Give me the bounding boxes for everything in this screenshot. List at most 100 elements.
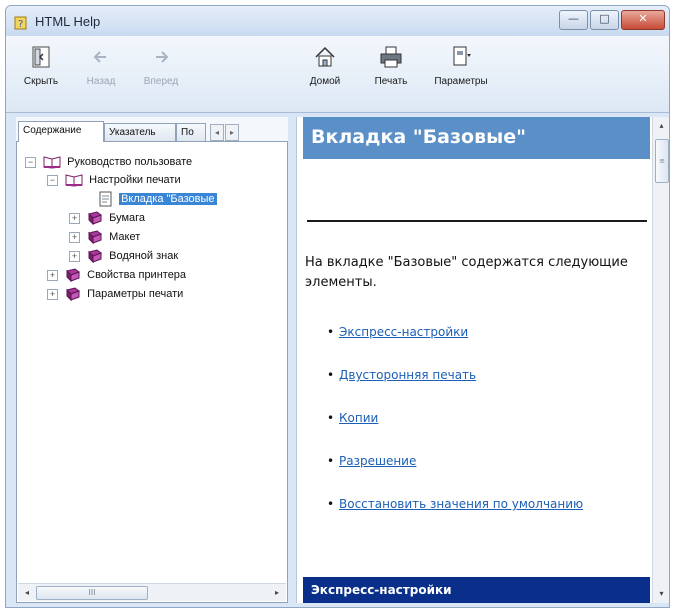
closed-book-icon (66, 287, 81, 302)
topic-pane: Вкладка "Базовые" На вкладке "Базовые" с… (296, 117, 669, 603)
close-button[interactable]: ✕ (621, 10, 665, 30)
bullet: • (327, 454, 335, 468)
tab-contents[interactable]: Содержание (18, 121, 104, 142)
hide-button[interactable]: Скрыть (12, 42, 70, 98)
bullet: • (327, 411, 335, 425)
scroll-up-icon[interactable]: ▴ (653, 118, 669, 134)
print-label: Печать (374, 76, 408, 87)
minimize-button[interactable]: — (559, 10, 588, 30)
window-title: HTML Help (35, 14, 101, 29)
back-arrow-icon (93, 51, 106, 63)
link-copies[interactable]: Копии (339, 411, 378, 425)
forward-arrow-icon (156, 51, 169, 63)
tree-item-label: Руководство пользовате (67, 156, 193, 169)
list-item: • Двусторонняя печать (327, 366, 647, 385)
collapse-icon[interactable]: − (25, 156, 36, 168)
list-item: • Копии (327, 409, 647, 428)
list-item: • Экспресс-настройки (327, 323, 647, 342)
maximize-button[interactable]: □ (590, 10, 619, 30)
help-app-icon: ? (14, 16, 27, 30)
forward-button[interactable]: Вперед (132, 42, 190, 98)
tree-item-paper[interactable]: + Бумага (69, 210, 145, 226)
options-label: Параметры (434, 76, 488, 87)
home-button[interactable]: Домой (296, 42, 354, 98)
tree-item-print-options[interactable]: + Параметры печати (47, 286, 183, 302)
horizontal-scrollbar[interactable]: ◂ III ▸ (18, 583, 286, 601)
scroll-thumb[interactable]: III (36, 586, 148, 600)
navigation-tabs: Содержание Указатель По ◂ ▸ (16, 121, 288, 142)
collapse-icon[interactable]: − (47, 174, 58, 186)
link-quick-settings[interactable]: Экспресс-настройки (339, 325, 468, 339)
forward-label: Вперед (143, 76, 179, 87)
contents-tree: − Руководство пользовате − Настройки печ… (16, 141, 288, 603)
tab-index[interactable]: Указатель (104, 123, 176, 141)
closed-book-icon (88, 211, 103, 226)
tree-item-watermark[interactable]: + Водяной знак (69, 248, 178, 264)
expand-icon[interactable]: + (69, 250, 80, 262)
tree-item-label: Настройки печати (89, 174, 181, 187)
section-header: Экспресс-настройки (303, 577, 650, 603)
title-bar[interactable]: ? HTML Help — □ ✕ (6, 6, 669, 36)
home-label: Домой (309, 76, 341, 87)
link-resolution[interactable]: Разрешение (339, 454, 416, 468)
vertical-scrollbar[interactable]: ▴ ≡ ▾ (652, 117, 669, 603)
bullet: • (327, 497, 335, 511)
closed-book-icon (66, 268, 81, 283)
closed-book-icon (88, 249, 103, 264)
tab-scroll-right[interactable]: ▸ (225, 124, 239, 141)
tree-item-print-settings[interactable]: − Настройки печати (47, 172, 181, 188)
close-icon: ✕ (638, 12, 648, 25)
tree-item-label: Вкладка "Базовые (119, 193, 217, 206)
topic-content: Вкладка "Базовые" На вкладке "Базовые" с… (297, 117, 652, 603)
maximize-icon: □ (599, 12, 610, 25)
topic-header: Вкладка "Базовые" (303, 117, 650, 159)
open-book-icon (65, 174, 83, 187)
svg-text:?: ? (18, 19, 23, 30)
minimize-icon: — (568, 12, 579, 25)
expand-icon[interactable]: + (47, 269, 58, 281)
back-label: Назад (86, 76, 116, 87)
list-item: • Разрешение (327, 452, 647, 471)
expand-icon[interactable]: + (47, 288, 58, 300)
tree-item-label: Водяной знак (109, 250, 179, 263)
tree-item-layout[interactable]: + Макет (69, 229, 140, 245)
tree-item-label: Свойства принтера (87, 269, 187, 282)
scroll-left-icon[interactable]: ◂ (19, 585, 35, 600)
closed-book-icon (88, 230, 103, 245)
back-button[interactable]: Назад (72, 42, 130, 98)
tree-item-basic-tab[interactable]: Вкладка "Базовые (99, 191, 217, 207)
options-button[interactable]: Параметры (432, 42, 490, 98)
tab-search[interactable]: По (176, 123, 206, 141)
home-icon (315, 46, 335, 67)
bullet: • (327, 325, 335, 339)
hide-pane-icon (32, 46, 50, 68)
scroll-down-icon[interactable]: ▾ (653, 586, 669, 602)
page-icon (99, 191, 112, 207)
tab-scroll-left[interactable]: ◂ (210, 124, 224, 141)
intro-paragraph: На вкладке "Базовые" содержатся следующи… (305, 255, 628, 290)
scroll-right-icon[interactable]: ▸ (269, 585, 285, 600)
section-title: Экспресс-настройки (311, 583, 452, 597)
open-book-icon (43, 156, 61, 169)
navigation-pane: Содержание Указатель По ◂ ▸ − Руководств… (16, 117, 288, 603)
tree-item-label: Бумага (109, 212, 146, 225)
options-icon (453, 46, 471, 66)
page-title: Вкладка "Базовые" (311, 126, 527, 148)
topic-link-list: • Экспресс-настройки • Двусторонняя печа… (327, 323, 647, 538)
tree-item-printer-properties[interactable]: + Свойства принтера (47, 267, 186, 283)
link-duplex-printing[interactable]: Двусторонняя печать (339, 368, 476, 382)
hide-label: Скрыть (23, 76, 59, 87)
tree-item-label: Макет (109, 231, 141, 244)
toolbar: Скрыть Назад Вперед Домой Печать Парамет… (6, 36, 669, 113)
expand-icon[interactable]: + (69, 231, 80, 243)
expand-icon[interactable]: + (69, 212, 80, 224)
scroll-thumb[interactable]: ≡ (655, 139, 669, 183)
tree-item-user-guide[interactable]: − Руководство пользовате (25, 154, 192, 170)
print-button[interactable]: Печать (362, 42, 420, 98)
divider (307, 220, 647, 222)
list-item: • Восстановить значения по умолчанию (327, 495, 647, 514)
bullet: • (327, 368, 335, 382)
link-restore-defaults[interactable]: Восстановить значения по умолчанию (339, 497, 583, 511)
html-help-window: ? HTML Help — □ ✕ Скрыть Назад Вперед До… (5, 5, 670, 608)
printer-icon (380, 46, 402, 68)
